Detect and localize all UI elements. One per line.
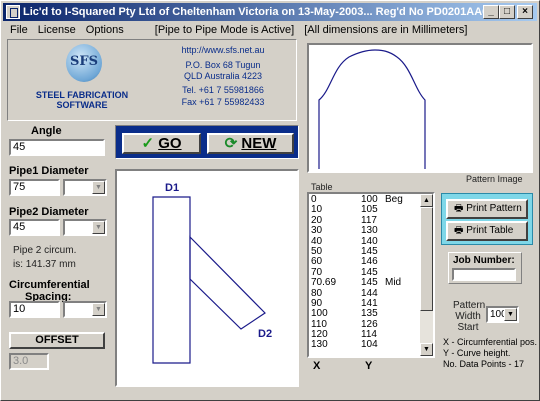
pipe2-circum-line2: is: 141.37 mm — [13, 259, 76, 270]
units-status: [All dimensions are in Millimeters] — [304, 24, 468, 36]
telephone: Tel. +61 7 55981866 — [182, 85, 264, 95]
angle-input[interactable]: 45 — [9, 139, 105, 156]
action-panel: ✓ GO ⟳ NEW — [115, 125, 299, 159]
title-bar: Lic'd to I-Squared Pty Ltd of Cheltenham… — [3, 3, 537, 21]
pattern-image — [307, 43, 533, 173]
pipe2-shape — [189, 235, 266, 330]
table-cell-note: Beg — [385, 194, 403, 205]
pattern-width-label: Pattern Width Start — [453, 300, 486, 333]
offset-button[interactable]: OFFSET — [9, 332, 105, 349]
table-cell-y: 145 — [361, 277, 378, 289]
table-rows: 0 100 Beg 10 105 20 117 30 130 40 140 50 145 60 146 70 1… — [311, 194, 421, 351]
d2-label: D2 — [258, 328, 272, 340]
data-table[interactable]: 0 100 Beg 10 105 20 117 30 130 40 140 50 145 60 146 70 1… — [307, 192, 435, 358]
checkmark-icon: ✓ — [141, 135, 155, 152]
window-title: Lic'd to I-Squared Pty Ltd of Cheltenham… — [23, 6, 495, 18]
circ-spacing-select[interactable]: ▼ — [63, 301, 107, 318]
legend-notes: X - Circumferential pos. Y - Curve heigh… — [443, 337, 538, 369]
go-button[interactable]: ✓ GO — [122, 133, 201, 154]
pipe2-input[interactable]: 45 — [9, 219, 60, 236]
job-number-label: Job Number: — [453, 255, 515, 266]
scroll-thumb[interactable] — [420, 207, 433, 311]
x-column-header: X — [313, 360, 321, 372]
chevron-down-icon[interactable]: ▼ — [504, 308, 517, 321]
table-cell-note: Mid — [385, 277, 402, 289]
po-box: P.O. Box 68 Tugun — [185, 60, 261, 70]
pipe2-label: Pipe2 Diameter — [9, 206, 89, 218]
table-cell-x: 70.69 — [311, 277, 337, 289]
pipe2-circum-line1: Pipe 2 circum. — [13, 245, 77, 256]
pipe1-label: Pipe1 Diameter — [9, 165, 89, 177]
table-cell-y: 104 — [361, 339, 378, 351]
pipe-drawing: D1 D2 — [115, 169, 299, 387]
pipe2-select[interactable]: ▼ — [63, 219, 107, 236]
table-row[interactable]: 30 130 — [311, 225, 421, 236]
mode-status: [Pipe to Pipe Mode is Active] — [154, 24, 295, 36]
chevron-down-icon[interactable]: ▼ — [92, 303, 105, 316]
table-label: Table — [311, 182, 333, 192]
print-pattern-button[interactable]: 🖶 Print Pattern — [446, 199, 528, 219]
pattern-path — [318, 49, 426, 169]
sfs-logo: SFS — [66, 44, 102, 82]
menu-bar: File License Options [Pipe to Pipe Mode … — [3, 21, 537, 39]
printer-icon: 🖶 — [454, 225, 464, 236]
app-icon[interactable] — [6, 5, 20, 19]
print-panel: 🖶 Print Pattern 🖶 Print Table — [441, 193, 533, 245]
chevron-down-icon[interactable]: ▼ — [92, 221, 105, 234]
scroll-down-icon[interactable]: ▼ — [420, 343, 433, 356]
minimize-button[interactable]: _ — [483, 5, 499, 19]
printer-icon: 🖶 — [454, 203, 464, 214]
job-number-panel: Job Number: — [448, 252, 522, 284]
logo-panel: SFS STEEL FABRICATION SOFTWARE http://ww… — [7, 39, 297, 121]
d1-label: D1 — [165, 182, 179, 194]
website-link[interactable]: http://www.sfs.net.au — [158, 45, 288, 55]
close-button[interactable]: × — [517, 5, 533, 19]
menu-file[interactable]: File — [10, 21, 28, 39]
company-name: STEEL FABRICATION SOFTWARE — [35, 90, 129, 110]
job-number-input[interactable] — [452, 268, 516, 281]
menu-options[interactable]: Options — [86, 21, 124, 39]
address: QLD Australia 4223 — [183, 71, 263, 81]
table-cell-x: 130 — [311, 339, 328, 351]
menu-license[interactable]: License — [38, 21, 76, 39]
pattern-curve — [318, 49, 426, 169]
angle-label: Angle — [31, 125, 62, 137]
maximize-button[interactable]: □ — [499, 5, 515, 19]
main-window: Lic'd to I-Squared Pty Ltd of Cheltenham… — [0, 0, 540, 401]
refresh-icon: ⟳ — [224, 135, 238, 152]
pipe1-select[interactable]: ▼ — [63, 179, 107, 196]
scroll-up-icon[interactable]: ▲ — [420, 194, 433, 207]
table-scrollbar[interactable]: ▲ ▼ — [420, 194, 433, 356]
pipe-diagram: D1 D2 — [152, 182, 272, 364]
pattern-image-label: Pattern Image — [466, 174, 523, 184]
circ-spacing-input[interactable]: 10 — [9, 301, 60, 318]
offset-input[interactable]: 3.0 — [9, 353, 49, 370]
pipe1-input[interactable]: 75 — [9, 179, 60, 196]
y-column-header: Y — [365, 360, 373, 372]
fax: Fax +61 7 55982433 — [181, 97, 265, 107]
pipe1-shape — [152, 196, 191, 364]
table-row[interactable]: 70.69 145 Mid — [311, 277, 421, 289]
new-button[interactable]: ⟳ NEW — [207, 133, 294, 154]
circ-spacing-label1: Circumferential — [9, 279, 90, 291]
pattern-width-select[interactable]: 100 ▼ — [486, 306, 519, 323]
chevron-down-icon[interactable]: ▼ — [92, 181, 105, 194]
table-row[interactable]: 130 104 — [311, 339, 421, 351]
print-table-button[interactable]: 🖶 Print Table — [446, 221, 528, 241]
